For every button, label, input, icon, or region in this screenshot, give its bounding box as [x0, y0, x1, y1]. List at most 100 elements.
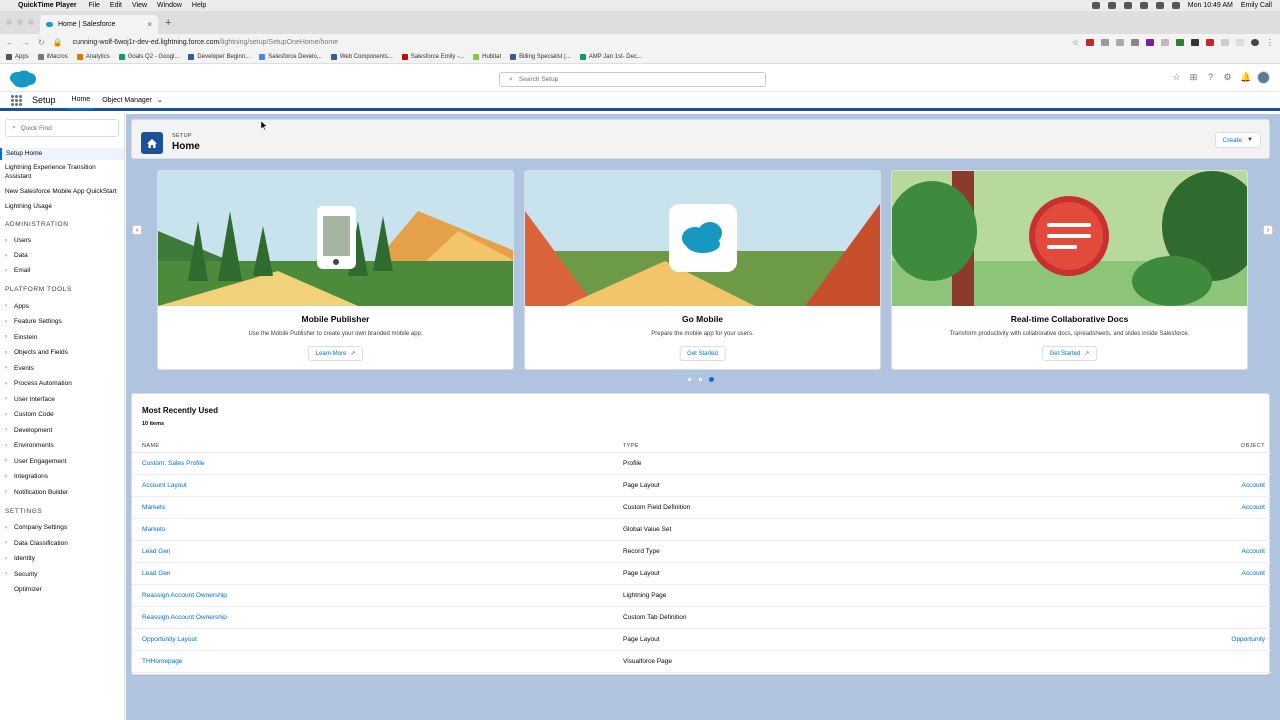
record-link[interactable]: Custom: Sales Profile	[142, 460, 205, 467]
salesforce-cloud-logo-icon[interactable]	[8, 70, 37, 88]
sidebar-item-einstein[interactable]: › Einstein	[0, 333, 124, 342]
sidebar-item-feature-settings[interactable]: › Feature Settings	[0, 317, 124, 326]
sidebar-item-security[interactable]: › Security	[0, 570, 124, 579]
extension-icon[interactable]	[1086, 38, 1094, 46]
object-link[interactable]: Account	[1242, 504, 1266, 511]
carousel-dot[interactable]	[698, 377, 703, 382]
bookmark-item[interactable]: AMP Jan 1st- Dec...	[579, 53, 642, 60]
bookmark-item[interactable]: Developer Beginn...	[188, 53, 250, 60]
object-link[interactable]: Account	[1242, 482, 1266, 489]
extension-icon[interactable]	[1101, 38, 1109, 46]
menu-help[interactable]: Help	[192, 2, 206, 9]
sidebar-item-lightning-transition[interactable]: Lightning Experience Transition Assistan…	[0, 163, 124, 181]
sidebar-item-mobile-quickstart[interactable]: New Salesforce Mobile App QuickStart	[0, 187, 124, 196]
chevron-right-icon[interactable]: ›	[5, 458, 14, 464]
app-launcher-icon[interactable]	[11, 94, 22, 106]
sidebar-item-integrations[interactable]: › Integrations	[0, 472, 124, 481]
menu-view[interactable]: View	[132, 2, 147, 9]
extension-icon[interactable]	[1131, 38, 1139, 46]
record-icon[interactable]	[1091, 2, 1100, 9]
bookmark-item[interactable]: Analytics	[76, 53, 110, 60]
chevron-right-icon[interactable]: ›	[5, 238, 14, 244]
forward-icon[interactable]: →	[22, 38, 30, 47]
record-link[interactable]: Reassign Account Ownership	[142, 592, 227, 599]
object-link[interactable]: Account	[1242, 570, 1266, 577]
sidebar-item-custom-code[interactable]: › Custom Code	[0, 410, 124, 419]
help-icon[interactable]: ?	[1206, 73, 1215, 82]
tab-home[interactable]: Home	[67, 91, 95, 110]
menu-window[interactable]: Window	[157, 2, 182, 9]
bookmark-item[interactable]: Web Components...	[330, 53, 393, 60]
get-started-button[interactable]: Get Started	[679, 346, 726, 361]
chevron-right-icon[interactable]: ›	[5, 540, 14, 546]
record-link[interactable]: Opportunity Layout	[142, 636, 197, 643]
extension-icon[interactable]	[1206, 38, 1214, 46]
sidebar-item-lightning-usage[interactable]: Lightning Usage	[0, 202, 124, 211]
browser-menu-icon[interactable]: ⋮	[1266, 38, 1274, 47]
sidebar-item-process-automation[interactable]: › Process Automation	[0, 379, 124, 388]
new-tab-icon[interactable]: +	[165, 17, 171, 29]
extension-icon[interactable]	[1176, 38, 1184, 46]
extension-icon[interactable]	[1116, 38, 1124, 46]
object-link[interactable]: Opportunity	[1231, 636, 1265, 643]
learn-more-button[interactable]: Learn More ↗	[307, 346, 364, 361]
url-field[interactable]: cunning-wolf-6woj1r-dev-ed.lightning.for…	[73, 39, 338, 46]
global-add-icon[interactable]: ⊞	[1189, 73, 1198, 82]
extension-icon[interactable]	[1221, 38, 1229, 46]
menubar-app-name[interactable]: QuickTime Player	[18, 2, 77, 9]
extension-icon[interactable]	[1191, 38, 1199, 46]
record-link[interactable]: Markets	[142, 504, 165, 511]
sidebar-item-data-classification[interactable]: › Data Classification	[0, 539, 124, 548]
search-setup-input[interactable]: ⌕ Search Setup	[499, 72, 766, 87]
volume-icon[interactable]	[1139, 2, 1148, 9]
carousel-next-button[interactable]: ›	[1263, 225, 1273, 235]
sidebar-item-users[interactable]: › Users	[0, 236, 124, 245]
menubar-user[interactable]: Emily Call	[1241, 2, 1272, 9]
bookmark-item[interactable]: Billing Specialist |...	[510, 53, 571, 60]
chevron-right-icon[interactable]: ›	[5, 396, 14, 402]
chevron-right-icon[interactable]: ›	[5, 474, 14, 480]
chevron-down-icon[interactable]: ⌄	[157, 96, 163, 104]
back-icon[interactable]: ←	[6, 38, 14, 47]
carousel-dot-active[interactable]	[709, 377, 714, 382]
object-link[interactable]: Account	[1242, 548, 1266, 555]
sidebar-item-company-settings[interactable]: › Company Settings	[0, 523, 124, 532]
sidebar-item-user-interface[interactable]: › User Interface	[0, 395, 124, 404]
chevron-right-icon[interactable]: ›	[5, 427, 14, 433]
chevron-right-icon[interactable]: ›	[5, 556, 14, 562]
column-header-object[interactable]: OBJECT	[1151, 440, 1271, 453]
spotlight-icon[interactable]	[1171, 2, 1180, 9]
menu-file[interactable]: File	[89, 2, 100, 9]
menubar-clock[interactable]: Mon 10:49 AM	[1188, 2, 1233, 9]
sidebar-item-apps[interactable]: › Apps	[0, 302, 124, 311]
record-link[interactable]: Markets	[142, 526, 165, 533]
bookmark-item[interactable]: Goals Q2 - Googl...	[118, 53, 179, 60]
sidebar-item-email[interactable]: › Email	[0, 266, 124, 275]
extension-icon[interactable]	[1236, 38, 1244, 46]
bookmark-item[interactable]: iMacros	[37, 53, 68, 60]
sidebar-item-data[interactable]: › Data	[0, 251, 124, 260]
bookmark-star-icon[interactable]: ☆	[1072, 38, 1079, 47]
reload-icon[interactable]: ↻	[38, 38, 45, 47]
bluetooth-icon[interactable]	[1123, 2, 1132, 9]
quick-find-input[interactable]: ⌕ Quick Find	[5, 119, 119, 137]
chevron-right-icon[interactable]: ›	[5, 350, 14, 356]
carousel-prev-button[interactable]: ‹	[132, 225, 142, 235]
sidebar-item-objects-and-fields[interactable]: › Objects and Fields	[0, 348, 124, 357]
sidebar-item-identity[interactable]: › Identity	[0, 554, 124, 563]
record-link[interactable]: Lead Gen	[142, 548, 171, 555]
extension-icon[interactable]	[1146, 38, 1154, 46]
bookmark-item[interactable]: Salesforce Develo...	[259, 53, 322, 60]
notification-bell-icon[interactable]: 🔔	[1240, 73, 1251, 82]
menu-edit[interactable]: Edit	[110, 2, 122, 9]
carousel-dot[interactable]	[687, 377, 692, 382]
sidebar-item-optimizer[interactable]: Optimizer	[0, 585, 124, 594]
chevron-right-icon[interactable]: ›	[5, 525, 14, 531]
record-link[interactable]: THHomepage	[142, 658, 182, 665]
dropbox-icon[interactable]	[1107, 2, 1116, 9]
chevron-right-icon[interactable]: ›	[5, 365, 14, 371]
zoom-window-icon[interactable]	[28, 19, 34, 25]
lock-icon[interactable]: 🔒	[53, 38, 63, 47]
favorites-star-icon[interactable]: ☆	[1172, 73, 1181, 82]
gear-icon[interactable]: ⚙	[1223, 73, 1232, 82]
